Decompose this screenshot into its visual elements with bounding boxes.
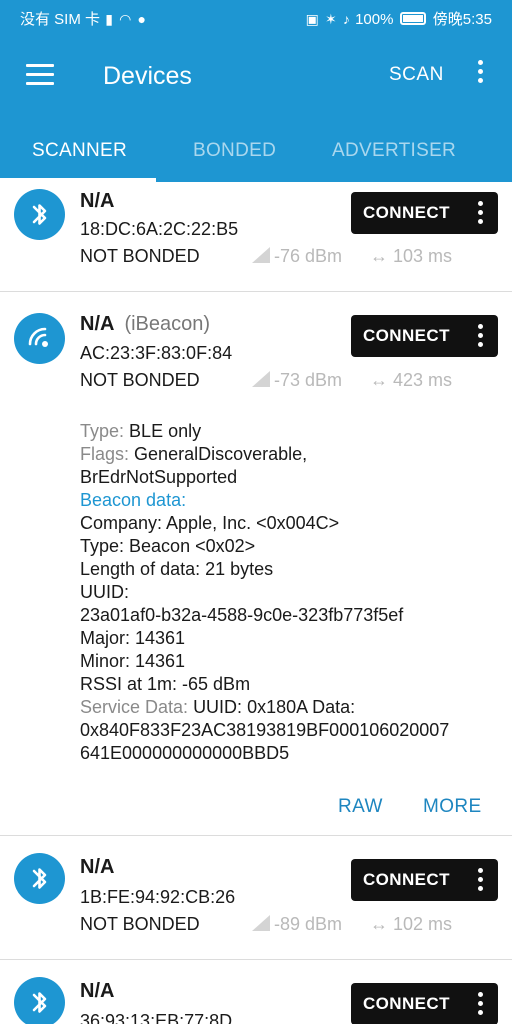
- nfc-icon: ▣: [305, 11, 319, 27]
- signal-strength-icon: [252, 247, 270, 263]
- rssi-readout: -73 dBm: [252, 370, 342, 391]
- device-address: 36:93:13:EB:77:8D: [80, 1011, 233, 1024]
- mute-icon: ♪: [342, 11, 350, 27]
- detail-service-data: Service Data: UUID: 0x180A Data:: [80, 697, 356, 717]
- interval-readout: ↔ 423 ms: [370, 370, 453, 390]
- battery-percent: 100%: [355, 11, 394, 28]
- bond-state: NOT BONDED: [80, 246, 200, 266]
- interval-icon: ↔: [370, 246, 388, 266]
- signal-strength-icon: [252, 371, 270, 387]
- tab-bonded[interactable]: BONDED: [193, 140, 276, 162]
- raw-button[interactable]: RAW: [338, 796, 383, 818]
- tab-scanner[interactable]: SCANNER: [32, 140, 127, 162]
- connect-button[interactable]: CONNECT: [351, 983, 498, 1024]
- device-name: N/A: [80, 980, 115, 1002]
- detail-flags: Flags: GeneralDiscoverable,: [80, 444, 308, 464]
- bluetooth-status-icon: ✶: [325, 11, 337, 27]
- more-button[interactable]: MORE: [423, 796, 482, 818]
- status-bar: 没有 SIM 卡 ▮ ◠ ● ▣ ✶ ♪ 100% 傍晚5:35: [0, 0, 512, 34]
- detail-service-data-2: 641E000000000000BBD5: [80, 743, 290, 763]
- device-name: N/A: [80, 190, 115, 212]
- device-list-item-expanded[interactable]: N/A (iBeacon) AC:23:3F:83:0F:84 NOT BONDE…: [0, 292, 512, 836]
- detail-minor: Minor: 14361: [80, 651, 186, 671]
- detail-service-data-1: 0x840F833F23AC38193819BF000106020007: [80, 720, 450, 740]
- device-list-item[interactable]: N/A 36:93:13:EB:77:8D CONNECT: [0, 960, 512, 1024]
- advertising-details: Type: BLE only Flags: GeneralDiscoverabl…: [80, 420, 500, 765]
- device-type-tag: (iBeacon): [124, 313, 211, 335]
- wifi-icon: ◠: [119, 11, 132, 27]
- interval-icon: ↔: [370, 914, 388, 934]
- device-menu-icon[interactable]: [478, 868, 484, 892]
- wechat-icon: ●: [137, 11, 146, 27]
- signal-strength-icon: [252, 915, 270, 931]
- bluetooth-icon: [14, 977, 65, 1024]
- connect-button[interactable]: CONNECT: [351, 192, 498, 234]
- device-address: AC:23:3F:83:0F:84: [80, 343, 233, 363]
- tab-advertiser[interactable]: ADVERTISER: [332, 140, 456, 162]
- status-left: 没有 SIM 卡 ▮ ◠ ●: [20, 8, 147, 29]
- clock: 傍晚5:35: [432, 11, 492, 28]
- bond-state: NOT BONDED: [80, 370, 200, 390]
- interval-readout: ↔ 102 ms: [370, 914, 453, 934]
- bluetooth-icon: [14, 853, 65, 904]
- interval-icon: ↔: [370, 370, 388, 390]
- beacon-icon: [14, 313, 65, 364]
- detail-flags-cont: BrEdrNotSupported: [80, 467, 238, 487]
- detail-length: Length of data: 21 bytes: [80, 559, 274, 579]
- detail-rssi-1m: RSSI at 1m: -65 dBm: [80, 674, 251, 694]
- bluetooth-icon: [14, 189, 65, 240]
- connect-button[interactable]: CONNECT: [351, 315, 498, 357]
- device-menu-icon[interactable]: [478, 992, 484, 1016]
- device-list-item[interactable]: N/A 18:DC:6A:2C:22:B5 NOT BONDED -76 dBm…: [0, 182, 512, 292]
- device-name: N/A: [80, 856, 115, 878]
- rssi-readout: -89 dBm: [252, 914, 342, 935]
- beacon-data-header: Beacon data:: [80, 490, 187, 510]
- connect-button[interactable]: CONNECT: [351, 859, 498, 901]
- device-address: 18:DC:6A:2C:22:B5: [80, 219, 239, 239]
- interval-readout: ↔ 103 ms: [370, 246, 453, 266]
- detail-company: Company: Apple, Inc. <0x004C>: [80, 513, 340, 533]
- device-list-item[interactable]: N/A 1B:FE:94:92:CB:26 NOT BONDED -89 dBm…: [0, 836, 512, 960]
- carrier-text: 没有 SIM 卡: [20, 11, 101, 28]
- device-name: N/A (iBeacon): [80, 313, 211, 335]
- device-address: 1B:FE:94:92:CB:26: [80, 887, 236, 907]
- battery-icon: [399, 12, 426, 25]
- overflow-menu-icon[interactable]: [474, 60, 486, 90]
- device-menu-icon[interactable]: [478, 324, 484, 348]
- app-bar: Devices SCAN SCANNER BONDED ADVERTISER: [0, 34, 512, 182]
- detail-beacon-type: Type: Beacon <0x02>: [80, 536, 256, 556]
- detail-uuid: 23a01af0-b32a-4588-9c0e-323fb773f5ef: [80, 605, 404, 625]
- detail-major: Major: 14361: [80, 628, 186, 648]
- detail-type: Type: BLE only: [80, 421, 202, 441]
- rssi-readout: -76 dBm: [252, 246, 342, 267]
- sim-alert-icon: ▮: [105, 11, 113, 27]
- detail-uuid-label: UUID:: [80, 582, 129, 602]
- menu-icon[interactable]: [26, 64, 54, 86]
- status-right: ▣ ✶ ♪ 100% 傍晚5:35: [305, 8, 492, 29]
- page-title: Devices: [103, 62, 192, 90]
- device-menu-icon[interactable]: [478, 201, 484, 225]
- tab-bar: SCANNER BONDED ADVERTISER: [0, 134, 512, 182]
- bond-state: NOT BONDED: [80, 914, 200, 934]
- scan-button[interactable]: SCAN: [389, 64, 444, 86]
